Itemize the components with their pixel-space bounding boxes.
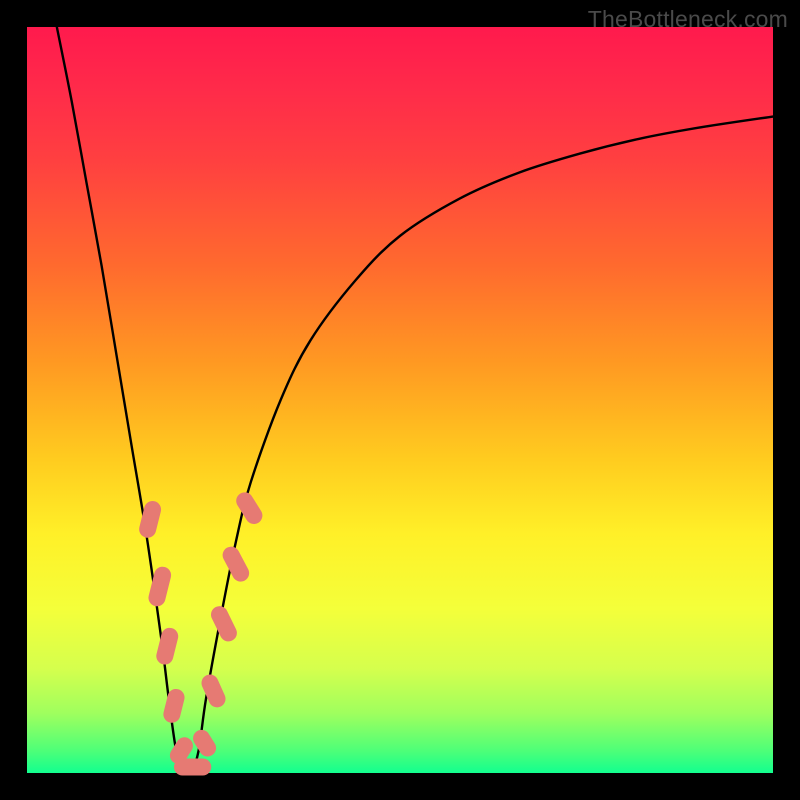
chart-svg bbox=[27, 27, 773, 773]
data-markers bbox=[137, 489, 265, 775]
chart-frame: TheBottleneck.com bbox=[0, 0, 800, 800]
data-marker bbox=[154, 626, 180, 666]
plot-area bbox=[27, 27, 773, 773]
data-marker bbox=[233, 489, 266, 527]
data-marker bbox=[162, 687, 187, 724]
data-marker bbox=[199, 672, 228, 710]
watermark-text: TheBottleneck.com bbox=[588, 6, 788, 33]
data-marker bbox=[220, 544, 253, 585]
data-marker bbox=[190, 727, 219, 760]
data-marker bbox=[208, 603, 240, 644]
data-marker bbox=[174, 759, 211, 776]
data-marker bbox=[147, 565, 173, 608]
